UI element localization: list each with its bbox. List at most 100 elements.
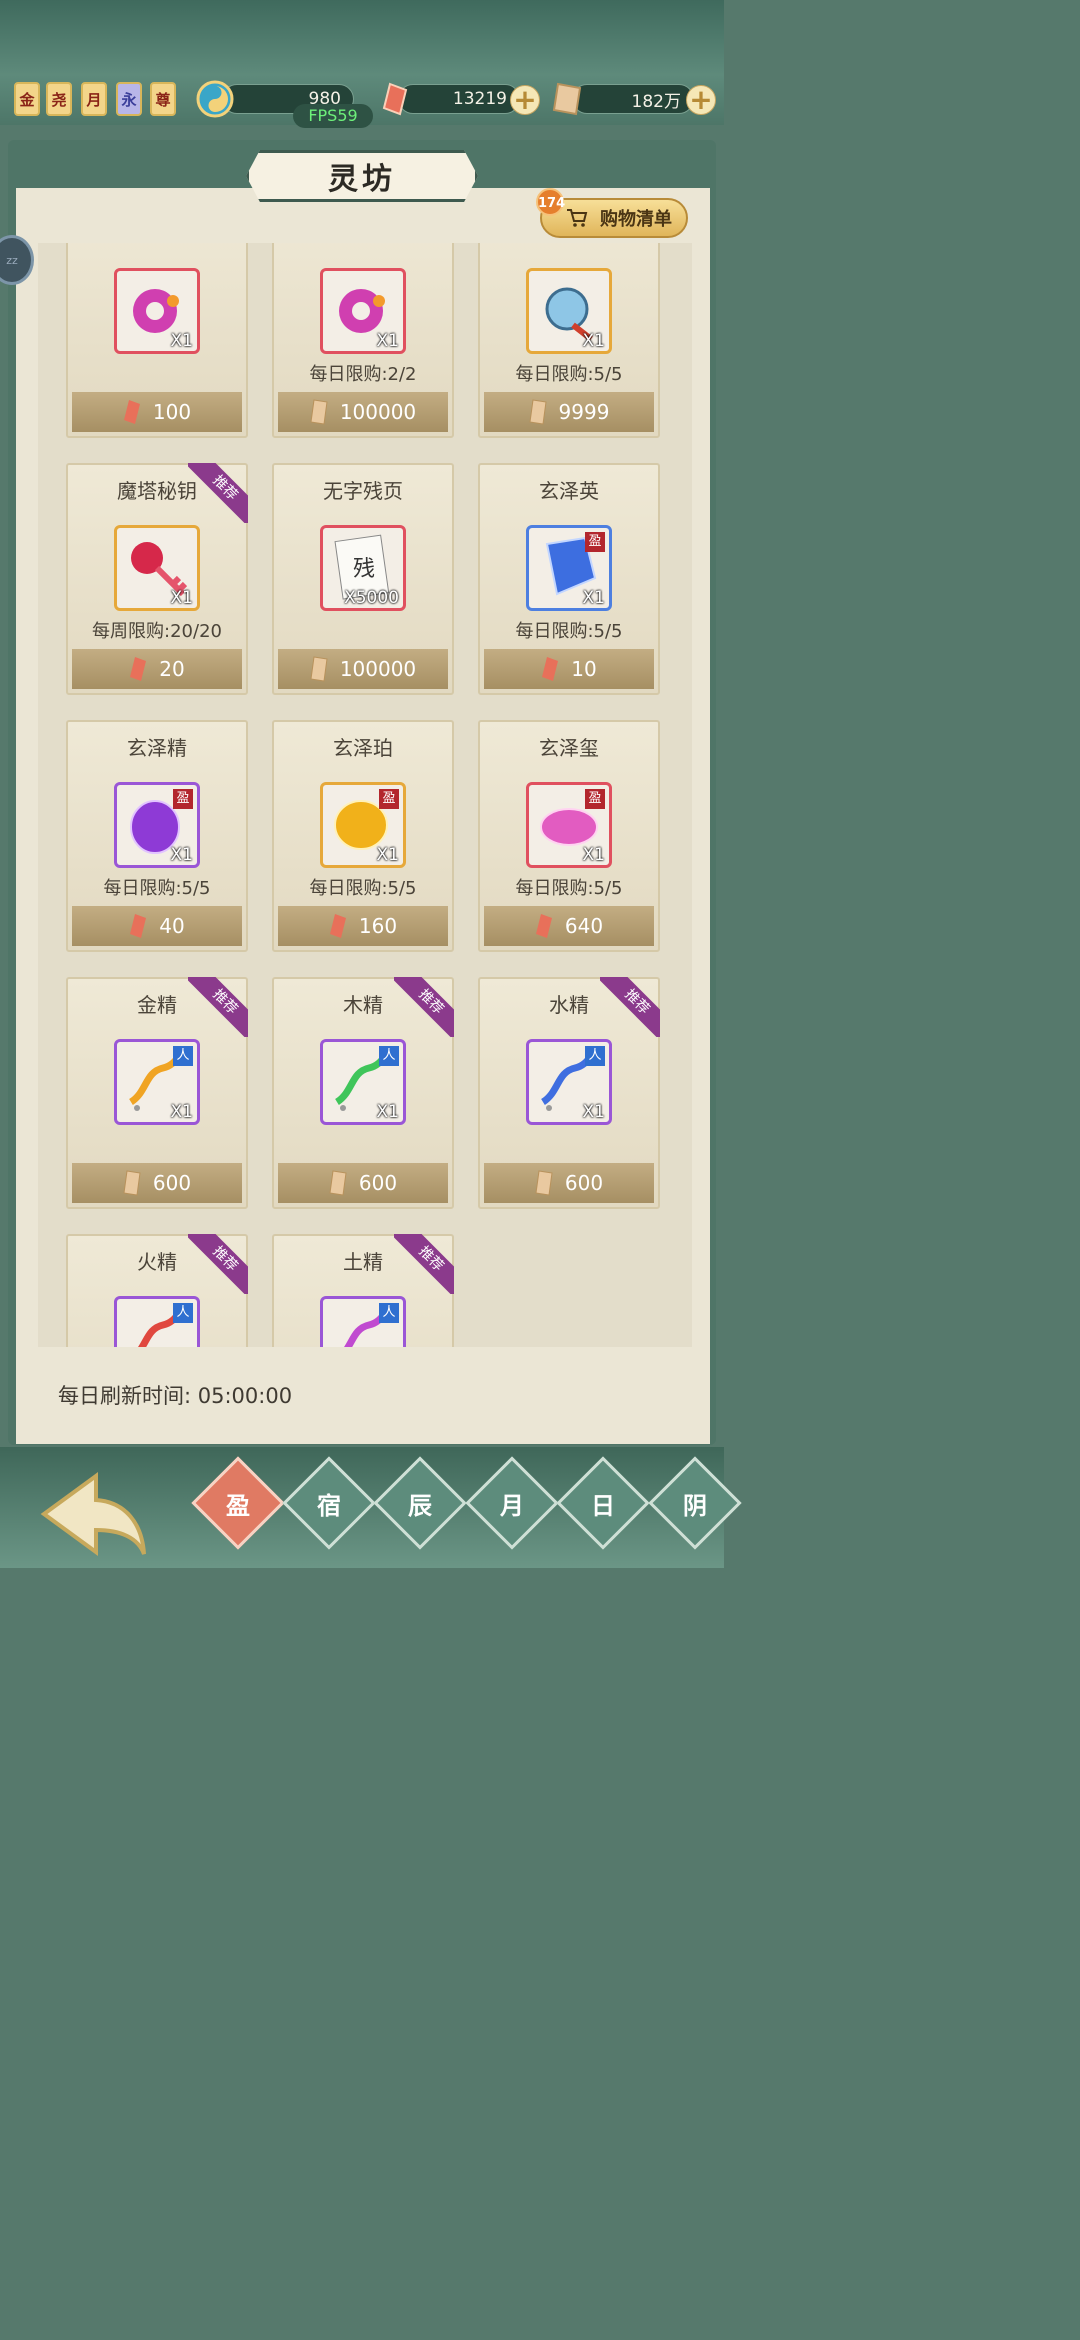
back-arrow-icon[interactable] [26,1468,156,1560]
shop-item-card[interactable]: 水精 推荐人 X1 600 [478,977,660,1209]
price-value: 640 [564,914,604,938]
scroll-icon [528,399,547,425]
shop-item-card[interactable]: X1 每日限购:2/2 100000 [272,243,454,438]
scroll-icon [123,1170,141,1196]
item-quantity: X1 [376,1102,399,1122]
price-value: 20 [159,657,185,681]
nav-tab-label: 阴 [683,1492,707,1520]
shop-item-card[interactable]: 无字残页残 X5000 100000 [272,463,454,695]
item-icon-frame[interactable]: 残 X5000 [320,525,406,611]
add-crystal-button[interactable]: + [510,85,540,115]
shop-item-card[interactable]: 玄泽精盈 X1 每日限购:5/5 40 [66,720,248,952]
item-icon-frame[interactable]: 盈 X1 [526,525,612,611]
badge-eternal[interactable]: 永 [116,82,142,116]
buy-price-button[interactable]: 10 [484,649,654,689]
item-quantity: X1 [170,588,193,608]
buy-price-button[interactable]: 9999 [484,392,654,432]
red-crystal-icon [123,400,140,424]
item-icon-frame[interactable]: 盈 X1 [320,782,406,868]
purchase-limit: 每日限购:5/5 [515,364,623,385]
fps-counter: FPS59 [293,104,373,128]
red-crystal-icon [542,657,559,681]
shop-item-card[interactable]: 玄泽玺盈 X1 每日限购:5/5 640 [478,720,660,952]
item-icon-frame[interactable]: X1 [114,268,200,354]
item-icon-frame[interactable]: 盈 X1 [114,782,200,868]
buy-price-button[interactable]: 600 [278,1163,448,1203]
buy-price-button[interactable]: 20 [72,649,242,689]
scroll-icon [329,1170,347,1196]
item-name: 玄泽英 [539,479,599,503]
recommend-ribbon: 推荐 [394,1234,454,1294]
buy-price-button[interactable]: 40 [72,906,242,946]
shop-item-card[interactable]: 火精 推荐人 [66,1234,248,1347]
scroll-icon [552,82,582,116]
nav-tab-label: 月 [500,1492,524,1520]
buy-price-button[interactable]: 600 [484,1163,654,1203]
shop-item-card[interactable]: 玄泽珀盈 X1 每日限购:5/5 160 [272,720,454,952]
scroll-icon [310,656,328,682]
shop-item-card[interactable]: 金精 推荐人 X1 600 [66,977,248,1209]
item-quantity: X1 [582,331,605,351]
item-quantity: X1 [376,331,399,351]
badge-honor[interactable]: 尊 [150,82,176,116]
buy-price-button[interactable]: 640 [484,906,654,946]
price-value: 100000 [339,400,417,424]
page-title: 灵坊 [246,150,478,202]
item-quantity: X1 [376,845,399,865]
recommend-ribbon: 推荐 [394,977,454,1037]
shop-item-card[interactable]: X1 100 [66,243,248,438]
scroll-value: 182万 [631,91,681,112]
price-value: 100000 [339,657,417,681]
badge-gold[interactable]: 金 [14,82,40,116]
item-tag: 人 [173,1046,193,1066]
item-name: 玄泽玺 [539,736,599,760]
item-tag: 盈 [379,789,399,809]
item-tag: 人 [379,1046,399,1066]
item-quantity: X1 [582,845,605,865]
scroll-icon [310,399,328,425]
recommend-label: 推荐 [394,1234,454,1294]
item-icon-frame[interactable]: 人 X1 [526,1039,612,1125]
shopping-list-label: 购物清单 [600,209,672,230]
item-quantity: X1 [582,588,605,608]
item-icon-frame[interactable]: X1 [114,525,200,611]
shop-item-card[interactable]: 玄泽英盈 X1 每日限购:5/5 10 [478,463,660,695]
item-icon-frame[interactable]: 人 X1 [320,1039,406,1125]
red-crystal-icon [329,914,346,938]
nav-tab-label: 日 [591,1492,615,1520]
item-icon-frame[interactable]: 盈 X1 [526,782,612,868]
buy-price-button[interactable]: 100000 [278,392,448,432]
buy-price-button[interactable]: 160 [278,906,448,946]
shop-item-card[interactable]: 土精 推荐人 [272,1234,454,1347]
buy-price-button[interactable]: 100000 [278,649,448,689]
badge-yao[interactable]: 尧 [46,82,72,116]
shop-item-card[interactable]: 木精 推荐人 X1 600 [272,977,454,1209]
item-icon-frame[interactable]: X1 [320,268,406,354]
item-quantity: X1 [170,845,193,865]
item-name: 无字残页 [323,479,403,503]
item-icon-frame[interactable]: 人 X1 [114,1039,200,1125]
shop-item-card[interactable]: 魔塔秘钥 推荐 X1 每周限购:20/20 20 [66,463,248,695]
item-icon-frame[interactable]: X1 [526,268,612,354]
shop-item-grid[interactable]: X1 100 X1 每日限购:2/2 100000 X1 每日限购:5/5 9999 魔塔秘钥推… [38,243,692,1347]
price-value: 9999 [558,400,610,424]
shop-item-card[interactable]: X1 每日限购:5/5 9999 [478,243,660,438]
item-icon-frame[interactable]: 人 [114,1296,200,1347]
item-tag: 人 [379,1303,399,1323]
add-scroll-button[interactable]: + [686,85,716,115]
purchase-limit: 每日限购:5/5 [103,878,211,899]
side-float-label: zz [6,253,18,267]
jade-coin-icon [196,80,234,118]
badge-moon[interactable]: 月 [81,82,107,116]
svg-text:残: 残 [353,557,375,582]
buy-price-button[interactable]: 100 [72,392,242,432]
red-crystal-icon [130,657,147,681]
item-icon-frame[interactable]: 人 [320,1296,406,1347]
item-name: 玄泽珀 [333,736,393,760]
red-crystal-icon [130,914,147,938]
buy-price-button[interactable]: 600 [72,1163,242,1203]
recommend-label: 推荐 [188,463,248,523]
purchase-limit: 每日限购:5/5 [515,878,623,899]
recommend-ribbon: 推荐 [188,977,248,1037]
red-crystal-icon [535,914,552,938]
